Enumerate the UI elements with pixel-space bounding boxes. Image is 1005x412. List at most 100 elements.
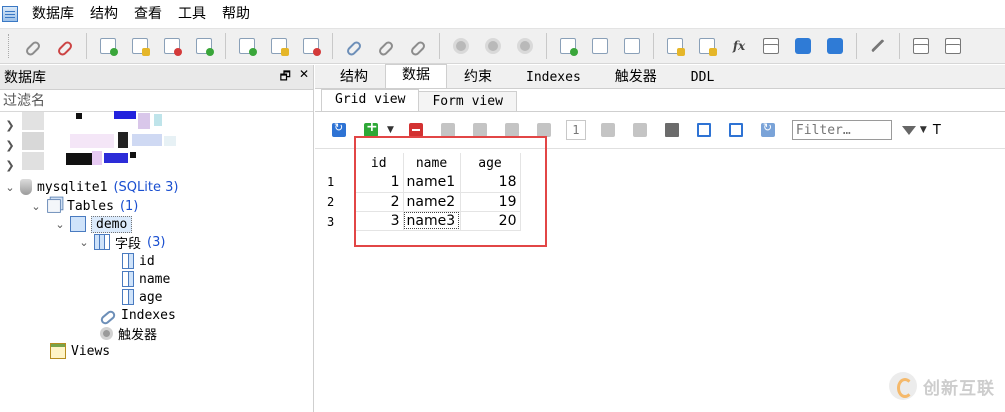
tab-indexes[interactable]: Indexes — [509, 66, 598, 88]
cascade-windows-button[interactable] — [942, 35, 964, 57]
tree-item-triggers[interactable]: 触发器 — [96, 324, 158, 343]
create-view-button[interactable] — [557, 35, 579, 57]
expand-button[interactable] — [792, 35, 814, 57]
tree-item-indexes[interactable]: Indexes — [96, 306, 176, 326]
collapse-button[interactable] — [824, 35, 846, 57]
tab-constraints[interactable]: 约束 — [447, 66, 509, 88]
chevron-right-icon[interactable]: ❯ — [4, 119, 16, 132]
highlight-annotation-box — [354, 136, 547, 247]
tree-item-hidden-db-1[interactable]: ❯ — [4, 111, 162, 134]
toolbar-separator — [546, 33, 547, 59]
functions-button[interactable]: fx — [728, 35, 750, 57]
tree-item-field[interactable]: id — [118, 252, 155, 270]
tile-icon — [913, 38, 929, 54]
open-sql-button[interactable] — [696, 35, 718, 57]
tree-item-field[interactable]: name — [118, 270, 170, 288]
menu-structure[interactable]: 结构 — [82, 0, 126, 28]
last-page-button[interactable] — [630, 120, 650, 140]
tab-grid-view[interactable]: Grid view — [321, 89, 420, 111]
add-database-button[interactable] — [97, 35, 119, 57]
edit-view-button[interactable] — [589, 35, 611, 57]
create-trigger-icon — [453, 38, 469, 54]
drop-view-button[interactable] — [621, 35, 643, 57]
drop-view-icon — [624, 38, 640, 54]
settings-button[interactable] — [867, 35, 889, 57]
tab-ddl[interactable]: DDL — [674, 66, 731, 88]
cancel-icon — [472, 123, 487, 137]
float-panel-icon[interactable]: 🗗 — [280, 67, 291, 88]
connect-db-button[interactable] — [22, 35, 44, 57]
chevron-down-icon[interactable]: ▼ — [920, 125, 927, 135]
chevron-right-icon[interactable]: ❯ — [4, 139, 16, 152]
pixelated-content — [118, 132, 128, 148]
triggers-label: 触发器 — [118, 327, 158, 343]
import-database-button[interactable] — [193, 35, 215, 57]
disconnect-db-button[interactable] — [54, 35, 76, 57]
edit-table-button[interactable] — [268, 35, 290, 57]
drop-index-button[interactable] — [407, 35, 429, 57]
tree-item-field[interactable]: age — [118, 288, 162, 306]
open-sql-icon — [699, 38, 717, 56]
database-panel-title: 数据库 — [4, 70, 46, 86]
tree-item-fields[interactable]: ⌄ 字段 (3) — [78, 233, 165, 252]
table-name: demo — [91, 215, 133, 233]
database-type: (SQLite 3) — [113, 179, 179, 195]
remove-database-button[interactable] — [161, 35, 183, 57]
tree-item-database[interactable]: ⌄ mysqlite1 (SQLite 3) — [4, 178, 178, 196]
edit-database-button[interactable] — [129, 35, 151, 57]
drop-trigger-button[interactable] — [514, 35, 536, 57]
tree-item-hidden-db-2[interactable]: ❯ — [4, 132, 176, 154]
tab-structure[interactable]: 结构 — [323, 66, 385, 88]
tree-item-views[interactable]: Views — [46, 342, 110, 360]
edit-table-icon — [271, 38, 289, 56]
tree-item-table-demo[interactable]: ⌄ demo — [54, 215, 133, 233]
chevron-down-icon[interactable]: ⌄ — [30, 200, 42, 213]
expand-icon — [696, 123, 711, 137]
filter-funnel-icon[interactable] — [901, 125, 916, 135]
create-index-icon — [345, 39, 363, 57]
chevron-down-icon[interactable]: ⌄ — [4, 181, 16, 194]
close-panel-icon[interactable]: ✕ — [299, 67, 309, 88]
create-index-button[interactable] — [343, 35, 365, 57]
pixelated-content — [22, 132, 44, 150]
edit-index-button[interactable] — [375, 35, 397, 57]
chevron-right-icon[interactable]: ❯ — [4, 159, 16, 172]
menu-tools[interactable]: 工具 — [170, 0, 214, 28]
grid-filter-input[interactable] — [791, 120, 892, 140]
next-page-button[interactable] — [598, 120, 618, 140]
tab-data[interactable]: 数据 — [385, 64, 447, 88]
sql-editor-button[interactable] — [664, 35, 686, 57]
data-grid: 1 2 3 id name age 1 name1 18 2 name2 19 … — [315, 136, 1005, 405]
print-button[interactable] — [662, 120, 682, 140]
create-table-button[interactable] — [236, 35, 258, 57]
drop-table-button[interactable] — [300, 35, 322, 57]
edit-trigger-button[interactable] — [482, 35, 504, 57]
menu-view[interactable]: 查看 — [126, 0, 170, 28]
tree-item-hidden-db-3[interactable]: ❯ — [4, 151, 136, 174]
tab-form-view[interactable]: Form view — [418, 91, 517, 111]
create-trigger-button[interactable] — [450, 35, 472, 57]
tile-windows-button[interactable] — [910, 35, 932, 57]
refresh-button[interactable] — [329, 120, 349, 140]
edit-db-icon — [132, 38, 150, 56]
pixelated-content — [70, 134, 114, 148]
tree-filter-input[interactable] — [0, 90, 313, 112]
drop-trigger-icon — [517, 38, 533, 54]
collapse-all-button[interactable] — [726, 120, 746, 140]
tables-label: Tables — [67, 198, 114, 214]
expand-all-button[interactable] — [694, 120, 714, 140]
menu-database[interactable]: 数据库 — [24, 0, 82, 28]
tab-triggers[interactable]: 触发器 — [598, 66, 674, 88]
export-button[interactable] — [758, 120, 778, 140]
chevron-down-icon[interactable]: ▼ — [387, 125, 394, 135]
chevron-down-icon[interactable]: ⌄ — [78, 236, 90, 249]
row-number[interactable]: 2 — [327, 193, 334, 212]
tables-count: (1) — [119, 198, 139, 214]
row-number[interactable]: 3 — [327, 213, 334, 232]
menu-help[interactable]: 帮助 — [214, 0, 258, 28]
chevron-down-icon[interactable]: ⌄ — [54, 218, 66, 231]
toolbar-grip[interactable] — [8, 34, 11, 58]
row-number[interactable]: 1 — [327, 173, 334, 192]
collations-button[interactable] — [760, 35, 782, 57]
tree-item-tables[interactable]: ⌄ Tables (1) — [30, 197, 138, 215]
